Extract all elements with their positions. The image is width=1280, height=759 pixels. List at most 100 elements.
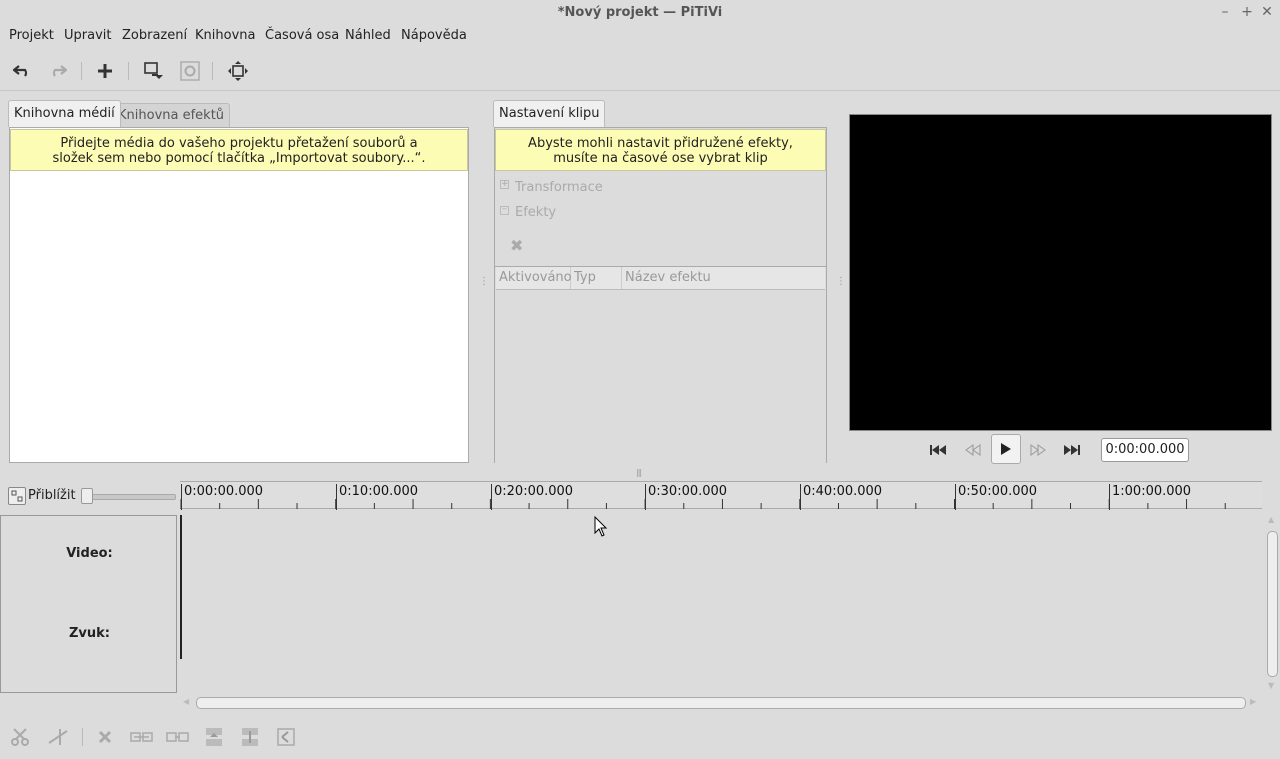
- ungroup-icon: [166, 732, 189, 742]
- zoom-slider-handle[interactable]: [81, 488, 93, 504]
- scissors-icon: [11, 728, 29, 746]
- toolbar-separator: [212, 62, 213, 80]
- tab-clip-settings[interactable]: Nastavení klipu: [493, 100, 606, 127]
- ungroup-button[interactable]: [165, 726, 191, 748]
- link-icon: [242, 728, 258, 746]
- menu-zobrazeni[interactable]: Zobrazení: [122, 28, 187, 43]
- tab-effect-library[interactable]: Knihovna efektů: [112, 103, 231, 127]
- unlink-button[interactable]: [273, 726, 299, 748]
- media-library-info: Přidejte média do vašeho projektu přetaž…: [10, 129, 468, 171]
- ruler-label: 0:50:00.000: [955, 484, 1037, 510]
- ruler-label: 0:20:00.000: [491, 484, 573, 510]
- group-icon: [130, 732, 153, 742]
- scroll-right-icon[interactable]: ▶: [1250, 697, 1256, 706]
- media-info-line1: Přidejte média do vašeho projektu přetaž…: [60, 136, 418, 151]
- go-to-start-button[interactable]: [923, 436, 953, 464]
- clip-info-line2: musíte na časové ose vybrat klip: [553, 151, 768, 166]
- redo-icon: [52, 65, 67, 77]
- fullscreen-button[interactable]: [225, 58, 251, 84]
- zoom-label: Přiblížit: [28, 488, 76, 503]
- collapse-icon[interactable]: –: [500, 205, 509, 215]
- maximize-button[interactable]: +: [1238, 3, 1256, 21]
- project-settings-button[interactable]: [177, 58, 203, 84]
- ruler-label: 0:00:00.000: [181, 484, 263, 510]
- ruler-label: 0:40:00.000: [800, 484, 882, 510]
- split-button[interactable]: [8, 726, 34, 748]
- align-icon: [206, 728, 222, 746]
- ruler-label: 0:10:00.000: [336, 484, 418, 510]
- zoom-fit-icon[interactable]: [8, 487, 26, 505]
- pane-handle[interactable]: |||: [636, 468, 642, 477]
- column-typ[interactable]: Typ: [571, 267, 622, 289]
- pane-handle[interactable]: ⋮: [836, 276, 846, 287]
- transformace-expander[interactable]: Transformace: [515, 180, 603, 195]
- menu-knihovna[interactable]: Knihovna: [195, 28, 255, 43]
- minimize-button[interactable]: –: [1216, 3, 1234, 21]
- toolbar-separator: [81, 62, 82, 80]
- title-bar: *Nový projekt — PiTiVi – + ✕: [0, 0, 1280, 26]
- scroll-up-icon[interactable]: ▲: [1268, 515, 1274, 524]
- media-library-area[interactable]: [9, 127, 469, 463]
- go-to-end-button[interactable]: [1057, 436, 1087, 464]
- menu-bar: Projekt Upravit Zobrazení Knihovna Časov…: [0, 26, 1280, 48]
- timecode-field[interactable]: 0:00:00.000: [1101, 438, 1189, 462]
- menu-upravit[interactable]: Upravit: [64, 28, 111, 43]
- track-labels-panel: Video: Zvuk:: [0, 515, 177, 693]
- rewind-icon: [965, 444, 981, 456]
- ruler-label: 0:30:00.000: [645, 484, 727, 510]
- effects-table-header: Aktivováno Typ Název efektu: [496, 267, 825, 290]
- zoom-slider[interactable]: [82, 494, 176, 500]
- skip-start-icon: [930, 445, 946, 455]
- redo-button[interactable]: [45, 58, 71, 84]
- column-nazev-efektu[interactable]: Název efektu: [622, 267, 825, 289]
- horizontal-scroll-thumb[interactable]: [196, 697, 1246, 709]
- render-icon: [144, 62, 163, 79]
- unlink-icon: [277, 728, 295, 746]
- expand-icon[interactable]: +: [500, 180, 509, 189]
- timeline-canvas[interactable]: [180, 515, 1263, 693]
- undo-icon: [13, 65, 28, 77]
- media-info-line2: složek sem nebo pomocí tlačítka „Importo…: [52, 151, 426, 166]
- scroll-left-icon[interactable]: ◀: [183, 697, 189, 706]
- timeline-ruler[interactable]: 0:00:00.000 0:10:00.000 0:20:00.000 0:30…: [180, 481, 1262, 510]
- fast-forward-icon: [1030, 444, 1046, 456]
- efekty-expander[interactable]: Efekty: [515, 205, 556, 220]
- horizontal-scrollbar[interactable]: ◀ ▶: [180, 696, 1262, 710]
- ruler-label: 1:00:00.000: [1109, 484, 1191, 510]
- fullscreen-icon: [228, 61, 248, 81]
- track-label-video: Video:: [66, 546, 113, 561]
- plus-icon: [98, 64, 112, 78]
- tab-media-library[interactable]: Knihovna médií: [8, 100, 121, 127]
- menu-projekt[interactable]: Projekt: [9, 28, 54, 43]
- clip-info-line1: Abyste mohli nastavit přidružené efekty,: [528, 136, 793, 151]
- playhead[interactable]: [180, 515, 182, 659]
- keyframe-icon: [48, 729, 68, 745]
- remove-effect-icon[interactable]: ✖: [510, 236, 523, 255]
- main-toolbar: [0, 52, 1280, 91]
- group-button[interactable]: [129, 726, 155, 748]
- menu-nahled[interactable]: Náhled: [345, 28, 391, 43]
- vertical-scrollbar[interactable]: ▲ ▼: [1266, 515, 1278, 693]
- vertical-scroll-thumb[interactable]: [1267, 531, 1278, 677]
- undo-button[interactable]: [9, 58, 35, 84]
- menu-casova-osa[interactable]: Časová osa: [265, 28, 339, 43]
- fast-forward-button[interactable]: [1023, 436, 1053, 464]
- pane-handle[interactable]: ⋮: [479, 276, 489, 287]
- mouse-cursor-icon: [594, 516, 608, 537]
- menu-napoveda[interactable]: Nápověda: [401, 28, 467, 43]
- scroll-down-icon[interactable]: ▼: [1268, 681, 1274, 690]
- video-viewer: [849, 114, 1272, 431]
- import-button[interactable]: [92, 58, 118, 84]
- delete-button[interactable]: [92, 726, 118, 748]
- clip-settings-info: Abyste mohli nastavit přidružené efekty,…: [495, 129, 826, 171]
- effects-table: Aktivováno Typ Název efektu: [495, 266, 826, 463]
- column-aktivovano[interactable]: Aktivováno: [496, 267, 572, 289]
- render-button[interactable]: [140, 58, 166, 84]
- rewind-button[interactable]: [958, 436, 988, 464]
- keyframe-button[interactable]: [45, 726, 71, 748]
- play-button[interactable]: [991, 434, 1021, 464]
- play-icon: [1001, 443, 1011, 455]
- link-button[interactable]: [237, 726, 263, 748]
- align-button[interactable]: [201, 726, 227, 748]
- close-button[interactable]: ✕: [1258, 3, 1276, 21]
